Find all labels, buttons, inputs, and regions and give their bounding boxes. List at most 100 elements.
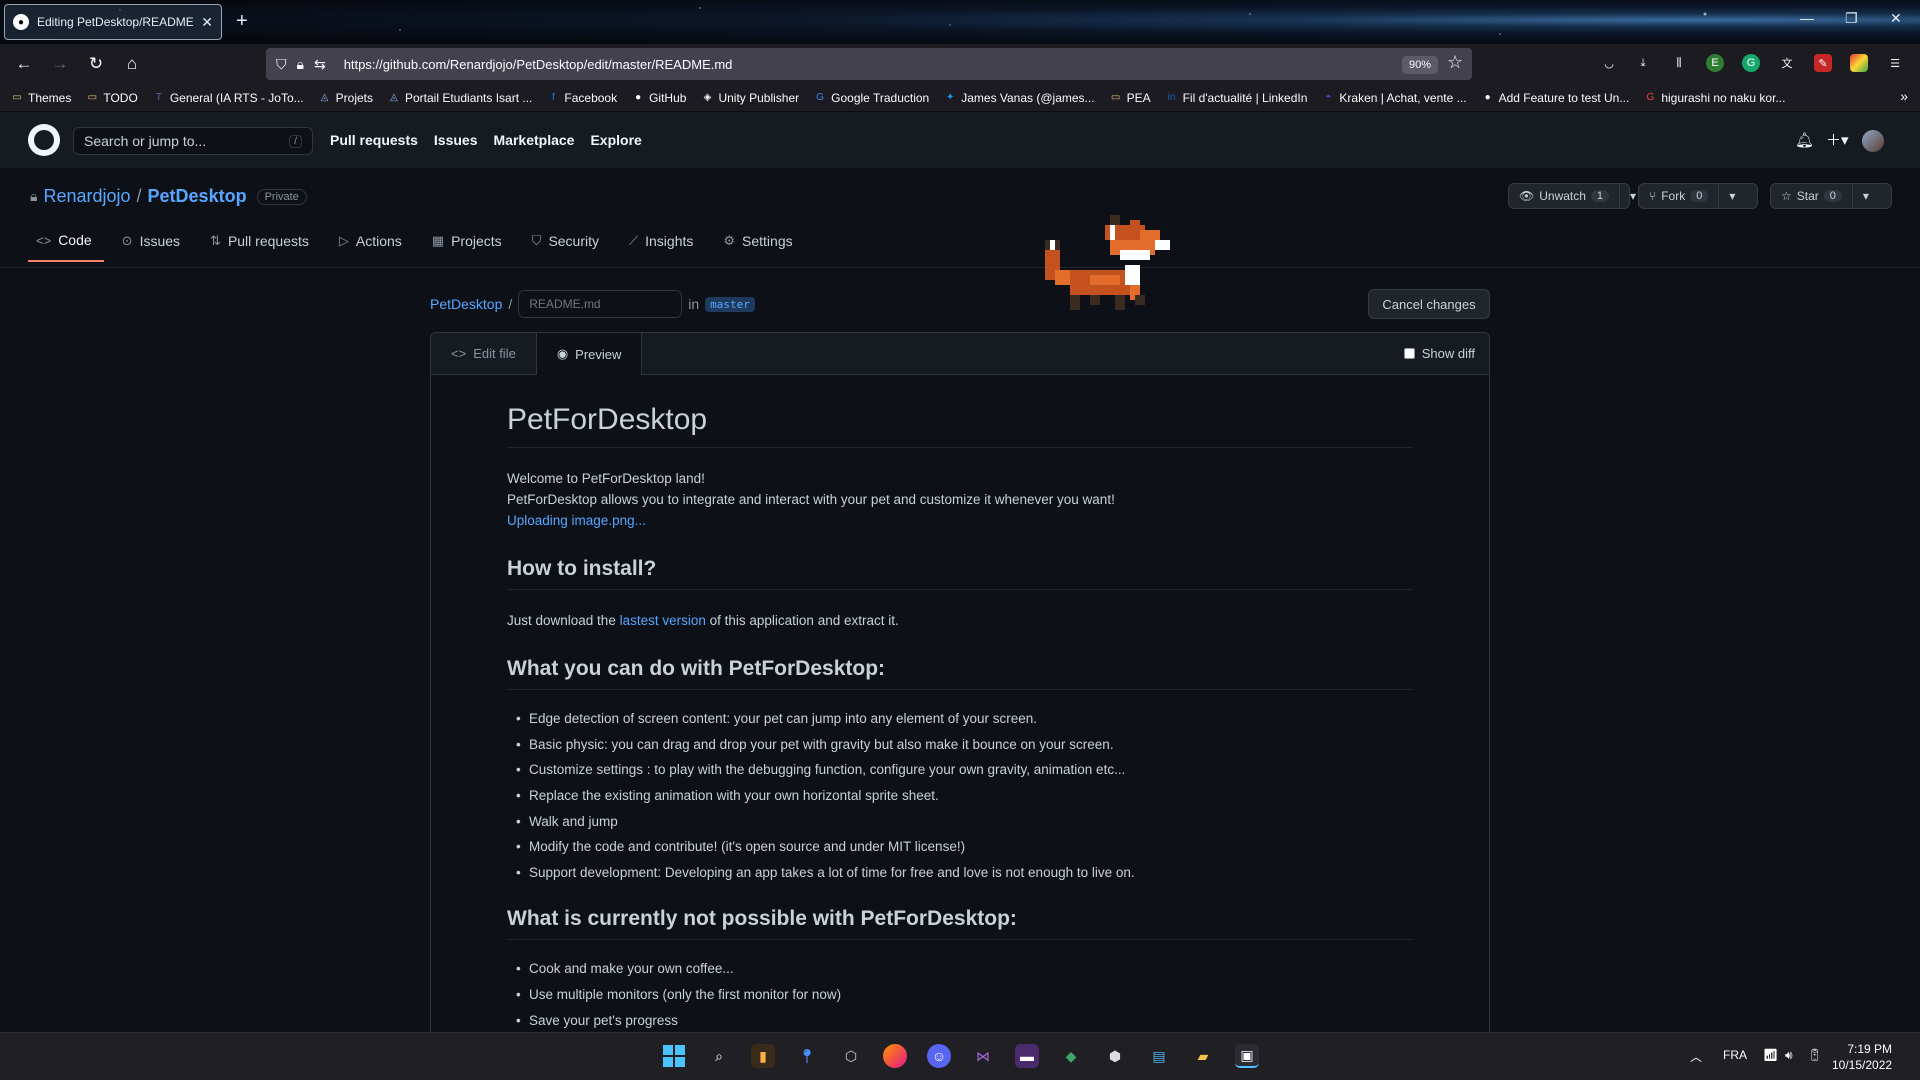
tab-actions[interactable]: ▷ Actions xyxy=(331,232,414,262)
bookmark-item[interactable]: Ghigurashi no naku kor... xyxy=(1643,91,1785,105)
system-clock[interactable]: 7:19 PM 10/15/2022 xyxy=(1832,1041,1892,1073)
unwatch-button[interactable]: 👁︎ Unwatch 1 ▾ xyxy=(1508,183,1636,209)
more-bookmarks-icon[interactable]: » xyxy=(1900,88,1908,104)
back-icon[interactable]: ← xyxy=(14,54,34,74)
chevron-down-icon[interactable]: ▾ xyxy=(1718,184,1745,208)
editor-tabs: <> Edit file ◉ Preview Show diff xyxy=(431,333,1489,375)
bookmark-item[interactable]: ▭ TODO xyxy=(85,91,138,105)
bookmark-item[interactable]: f Facebook xyxy=(546,91,617,105)
discord-icon[interactable]: ☺ xyxy=(927,1044,951,1068)
bookmark-item[interactable]: ▭ PEA xyxy=(1109,91,1151,105)
minimize-icon[interactable]: — xyxy=(1800,10,1814,26)
app-icon[interactable]: ▮ xyxy=(751,1044,775,1068)
battery-icon[interactable]: 🔋︎ xyxy=(1807,1048,1822,1062)
restore-icon[interactable]: ❐ xyxy=(1845,10,1858,27)
tab-issues[interactable]: ⊙ Issues xyxy=(114,232,192,262)
address-bar[interactable]: ⛉ 🔒︎ ⇆ https://github.com/Renardjojo/Pet… xyxy=(266,48,1472,80)
maps-icon[interactable]: 📍︎ xyxy=(795,1044,819,1068)
bookmark-item[interactable]: ◬ Projets xyxy=(318,91,373,105)
bookmark-item[interactable]: ◓ Kraken | Achat, vente ... xyxy=(1321,91,1466,105)
bookmark-item[interactable]: in Fil d'actualité | LinkedIn xyxy=(1165,91,1308,105)
show-diff-checkbox[interactable] xyxy=(1403,348,1415,359)
unity-icon[interactable]: ⬡ xyxy=(839,1044,863,1068)
chevron-up-icon[interactable]: ︿ xyxy=(1690,1048,1702,1065)
tab-security[interactable]: ⛉ Security xyxy=(524,232,611,262)
bookmark-item[interactable]: G Google Traduction xyxy=(813,91,929,105)
nav-marketplace[interactable]: Marketplace xyxy=(494,132,575,148)
volume-icon[interactable]: 🔊︎ xyxy=(1785,1048,1793,1063)
uploading-link[interactable]: Uploading image.png... xyxy=(507,513,646,528)
google-icon: G xyxy=(1646,92,1655,103)
extension-e-icon[interactable]: E xyxy=(1706,54,1724,72)
forward-icon[interactable]: → xyxy=(50,54,70,74)
bookmark-item[interactable]: ● GitHub xyxy=(631,91,686,105)
show-diff-toggle[interactable]: Show diff xyxy=(1403,333,1489,374)
chevron-down-icon[interactable]: ▾ xyxy=(1851,184,1879,208)
nav-pull-requests[interactable]: Pull requests xyxy=(330,132,418,148)
avatar[interactable] xyxy=(1862,130,1884,152)
plus-dropdown-icon[interactable]: ＋▾ xyxy=(1826,129,1849,150)
fork-button[interactable]: ⑂ Fork 0 ▾ xyxy=(1638,183,1758,209)
latest-version-link[interactable]: lastest version xyxy=(620,613,706,628)
editor-app-icon[interactable]: ▬ xyxy=(1015,1044,1039,1068)
wifi-icon[interactable]: 📶︎ xyxy=(1763,1048,1778,1062)
bell-icon[interactable]: 🔔︎ xyxy=(1795,131,1814,149)
visual-studio-icon[interactable]: ⋈ xyxy=(971,1044,995,1068)
bookmark-item[interactable]: T General (IA RTS - JoTo... xyxy=(152,91,304,105)
tab-insights[interactable]: ⟋ Insights xyxy=(621,232,705,262)
cancel-changes-button[interactable]: Cancel changes xyxy=(1368,289,1490,319)
browser-tab-active[interactable]: ● Editing PetDesktop/README.md ✕ xyxy=(4,4,222,40)
windows-start-icon[interactable] xyxy=(662,1044,686,1068)
bookmark-item[interactable]: ● Add Feature to test Un... xyxy=(1481,91,1630,105)
home-icon[interactable]: ⌂ xyxy=(122,54,142,74)
new-tab-icon[interactable]: + xyxy=(236,10,248,33)
bookmark-item[interactable]: ▭ Themes xyxy=(10,91,71,105)
close-window-icon[interactable]: ✕ xyxy=(1890,10,1902,27)
grammarly-icon[interactable]: G xyxy=(1742,54,1760,72)
bookmark-item[interactable]: ◬ Portail Etudiants Isart ... xyxy=(387,91,532,105)
language-indicator[interactable]: FRA xyxy=(1723,1048,1747,1062)
translate-ext-icon[interactable]: 文 xyxy=(1778,54,1796,72)
search-input[interactable]: Search or jump to... / xyxy=(73,127,313,155)
close-tab-icon[interactable]: ✕ xyxy=(201,14,213,31)
breadcrumb-repo-link[interactable]: PetDesktop xyxy=(430,296,502,312)
pocket-icon[interactable]: ◡ xyxy=(1600,54,1618,72)
zoom-level[interactable]: 90% xyxy=(1402,56,1439,74)
firefox-icon[interactable] xyxy=(883,1044,907,1068)
url-text[interactable]: https://github.com/Renardjojo/PetDesktop… xyxy=(344,57,733,72)
permissions-icon[interactable]: ⇆ xyxy=(314,56,326,73)
lock-icon[interactable]: 🔒︎ xyxy=(297,56,304,73)
bookmark-item[interactable]: ◈ Unity Publisher xyxy=(700,91,800,105)
colorful-ext-icon[interactable] xyxy=(1850,54,1868,72)
active-app-icon[interactable]: ▣ xyxy=(1235,1044,1259,1068)
filename-input[interactable] xyxy=(518,290,683,318)
tab-preview[interactable]: ◉ Preview xyxy=(536,333,643,375)
downloads-icon[interactable]: ⤓ xyxy=(1634,54,1652,72)
tab-pull-requests[interactable]: ⇅ Pull requests xyxy=(202,232,321,262)
unity-hub-icon[interactable]: ⬢ xyxy=(1103,1044,1127,1068)
visibility-badge: Private xyxy=(256,188,307,205)
menu-icon[interactable]: ☰ xyxy=(1886,54,1904,72)
shield-icon[interactable]: ⛉ xyxy=(276,56,287,73)
tab-projects[interactable]: ▦ Projects xyxy=(424,232,514,262)
notepad-icon[interactable]: ▤ xyxy=(1147,1044,1171,1068)
library-icon[interactable]: ⫼ xyxy=(1670,54,1688,72)
bookmark-item[interactable]: ✦ James Vanas (@james... xyxy=(943,91,1095,105)
tab-code[interactable]: <> Code xyxy=(28,232,104,262)
nav-explore[interactable]: Explore xyxy=(590,132,641,148)
bookmark-star-icon[interactable]: ☆ xyxy=(1447,52,1463,73)
file-explorer-icon[interactable]: ▰ xyxy=(1191,1044,1215,1068)
star-button[interactable]: ☆ Star 0 ▾ xyxy=(1770,183,1892,209)
pdf-ext-icon[interactable]: ✎ xyxy=(1814,54,1832,72)
tab-settings[interactable]: ⚙ Settings xyxy=(715,232,804,262)
search-icon[interactable]: ⌕ xyxy=(707,1044,731,1068)
git-icon[interactable]: ◆ xyxy=(1059,1044,1083,1068)
tab-edit-file[interactable]: <> Edit file xyxy=(431,333,537,374)
github-logo-icon[interactable] xyxy=(28,124,60,156)
reload-icon[interactable]: ↻ xyxy=(86,54,106,74)
bookmark-label: Portail Etudiants Isart ... xyxy=(405,90,533,105)
desktop-pet-fox[interactable] xyxy=(1040,210,1190,330)
nav-issues[interactable]: Issues xyxy=(434,132,478,148)
repo-name-link[interactable]: PetDesktop xyxy=(148,186,247,207)
repo-owner-link[interactable]: Renardjojo xyxy=(43,186,130,207)
